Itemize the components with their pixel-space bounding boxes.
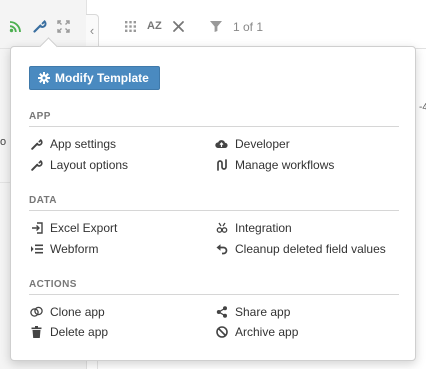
- collapse-left-icon[interactable]: ‹: [86, 14, 99, 50]
- integration-icon: [215, 222, 228, 235]
- menu-item-label: Layout options: [50, 158, 129, 172]
- section-title-data: DATA: [29, 195, 57, 206]
- menu-item-manage-workflows[interactable]: Manage workflows: [215, 157, 334, 173]
- archive-block-icon: [215, 326, 228, 339]
- sort-az-icon[interactable]: AZ: [147, 20, 162, 32]
- menu-item-archive-app[interactable]: Archive app: [215, 324, 298, 340]
- menu-item-integration[interactable]: Integration: [215, 220, 292, 236]
- cloud-upload-icon: [215, 138, 228, 151]
- menu-item-delete-app[interactable]: Delete app: [30, 324, 108, 340]
- menu-item-share-app[interactable]: Share app: [215, 304, 290, 320]
- share-icon: [215, 306, 228, 319]
- expand-icon[interactable]: [54, 17, 72, 35]
- menu-item-label: Cleanup deleted field values: [235, 242, 386, 256]
- menu-item-excel-export[interactable]: Excel Export: [30, 220, 117, 236]
- menu-item-label: Manage workflows: [235, 158, 335, 172]
- background-text-fragment: o: [0, 136, 7, 148]
- rss-feed-icon[interactable]: [6, 17, 24, 35]
- menu-item-clone-app[interactable]: Clone app: [30, 304, 105, 320]
- grid-icon[interactable]: [121, 17, 139, 35]
- trash-icon: [30, 326, 43, 339]
- menu-item-label: Share app: [235, 305, 291, 319]
- menu-item-layout-options[interactable]: Layout options: [30, 157, 128, 173]
- undo-icon: [215, 243, 228, 256]
- section-divider: [29, 210, 399, 211]
- wrench-icon: [30, 138, 43, 151]
- menu-item-label: Excel Export: [50, 221, 118, 235]
- workflow-icon: [215, 159, 228, 172]
- section-divider: [29, 294, 399, 295]
- menu-item-cleanup-deleted-field-values[interactable]: Cleanup deleted field values: [215, 241, 386, 257]
- wrench-icon[interactable]: [31, 17, 49, 35]
- filter-icon[interactable]: [207, 17, 225, 35]
- background-cell-fragment: -4: [419, 102, 426, 113]
- menu-item-developer[interactable]: Developer: [215, 136, 290, 152]
- menu-item-webform[interactable]: Webform: [30, 241, 98, 257]
- menu-item-label: Developer: [235, 137, 290, 151]
- section-divider: [29, 126, 399, 127]
- gear-icon: [38, 72, 50, 84]
- wrench-icon: [30, 159, 43, 172]
- section-title-app: APP: [29, 111, 51, 122]
- menu-item-label: Delete app: [50, 325, 109, 339]
- menu-item-label: Archive app: [235, 325, 299, 339]
- menu-item-app-settings[interactable]: App settings: [30, 136, 116, 152]
- export-icon: [30, 222, 43, 235]
- template-actions-dropdown: Modify Template APP App settings Develop…: [10, 37, 416, 361]
- clone-icon: [30, 306, 43, 319]
- menu-item-label: Clone app: [50, 305, 105, 319]
- menu-item-label: Webform: [50, 242, 99, 256]
- tools-icon[interactable]: [169, 17, 187, 35]
- modify-template-label: Modify Template: [55, 71, 149, 85]
- webform-icon: [30, 243, 43, 256]
- menu-item-label: App settings: [50, 137, 117, 151]
- modify-template-button[interactable]: Modify Template: [29, 66, 160, 90]
- section-title-actions: ACTIONS: [29, 279, 77, 290]
- record-count: 1 of 1: [233, 20, 264, 34]
- menu-item-label: Integration: [235, 221, 292, 235]
